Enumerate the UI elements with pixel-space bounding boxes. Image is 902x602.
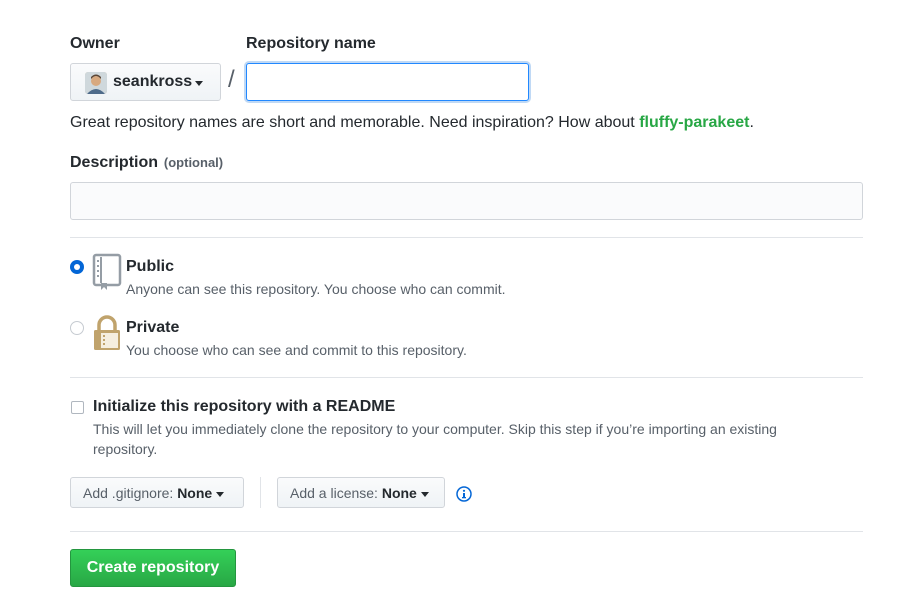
owner-username: seankross bbox=[113, 73, 193, 90]
gitignore-prefix: Add .gitignore: bbox=[83, 485, 174, 501]
readme-note-line2: repository. bbox=[93, 441, 158, 457]
private-title: Private bbox=[126, 319, 180, 336]
inspiration-text: Great repository names are short and mem… bbox=[70, 114, 754, 132]
inspiration-message: Great repository names are short and mem… bbox=[70, 114, 635, 131]
divider bbox=[70, 531, 863, 532]
suggested-name-link[interactable]: fluffy-parakeet bbox=[639, 114, 749, 131]
private-note: You choose who can see and commit to thi… bbox=[126, 342, 467, 358]
owner-label: Owner bbox=[70, 35, 120, 52]
license-prefix: Add a license: bbox=[290, 485, 378, 501]
lock-icon bbox=[92, 315, 122, 356]
chevron-down-icon bbox=[420, 491, 429, 497]
divider bbox=[70, 237, 863, 238]
avatar bbox=[85, 72, 107, 94]
inspiration-suffix: . bbox=[749, 114, 754, 131]
readme-title: Initialize this repository with a README bbox=[93, 398, 396, 415]
create-repository-button[interactable]: Create repository bbox=[70, 549, 236, 587]
public-radio[interactable] bbox=[70, 260, 84, 274]
repo-name-label: Repository name bbox=[246, 35, 376, 52]
optional-note: (optional) bbox=[163, 155, 224, 170]
gitignore-dropdown[interactable]: Add .gitignore: None bbox=[70, 477, 244, 508]
description-label-row: Description (optional) bbox=[70, 154, 223, 172]
repo-name-input[interactable] bbox=[246, 63, 529, 101]
public-note: Anyone can see this repository. You choo… bbox=[126, 281, 506, 297]
repo-book-icon bbox=[92, 253, 122, 294]
readme-checkbox[interactable] bbox=[71, 401, 84, 414]
owner-repo-separator: / bbox=[228, 66, 235, 93]
license-value: None bbox=[381, 485, 417, 501]
owner-dropdown[interactable]: seankross bbox=[70, 63, 221, 101]
vertical-divider bbox=[260, 477, 261, 508]
description-label: Description bbox=[70, 154, 159, 171]
chevron-down-icon bbox=[195, 81, 203, 86]
gitignore-value: None bbox=[177, 485, 213, 501]
private-radio[interactable] bbox=[70, 321, 84, 335]
public-title: Public bbox=[126, 258, 175, 275]
radio-dot bbox=[74, 264, 80, 270]
description-input[interactable] bbox=[70, 182, 863, 220]
info-icon[interactable] bbox=[456, 486, 472, 505]
divider bbox=[70, 377, 863, 378]
chevron-down-icon bbox=[216, 491, 225, 497]
readme-note-line1: This will let you immediately clone the … bbox=[93, 421, 777, 437]
license-dropdown[interactable]: Add a license: None bbox=[277, 477, 445, 508]
